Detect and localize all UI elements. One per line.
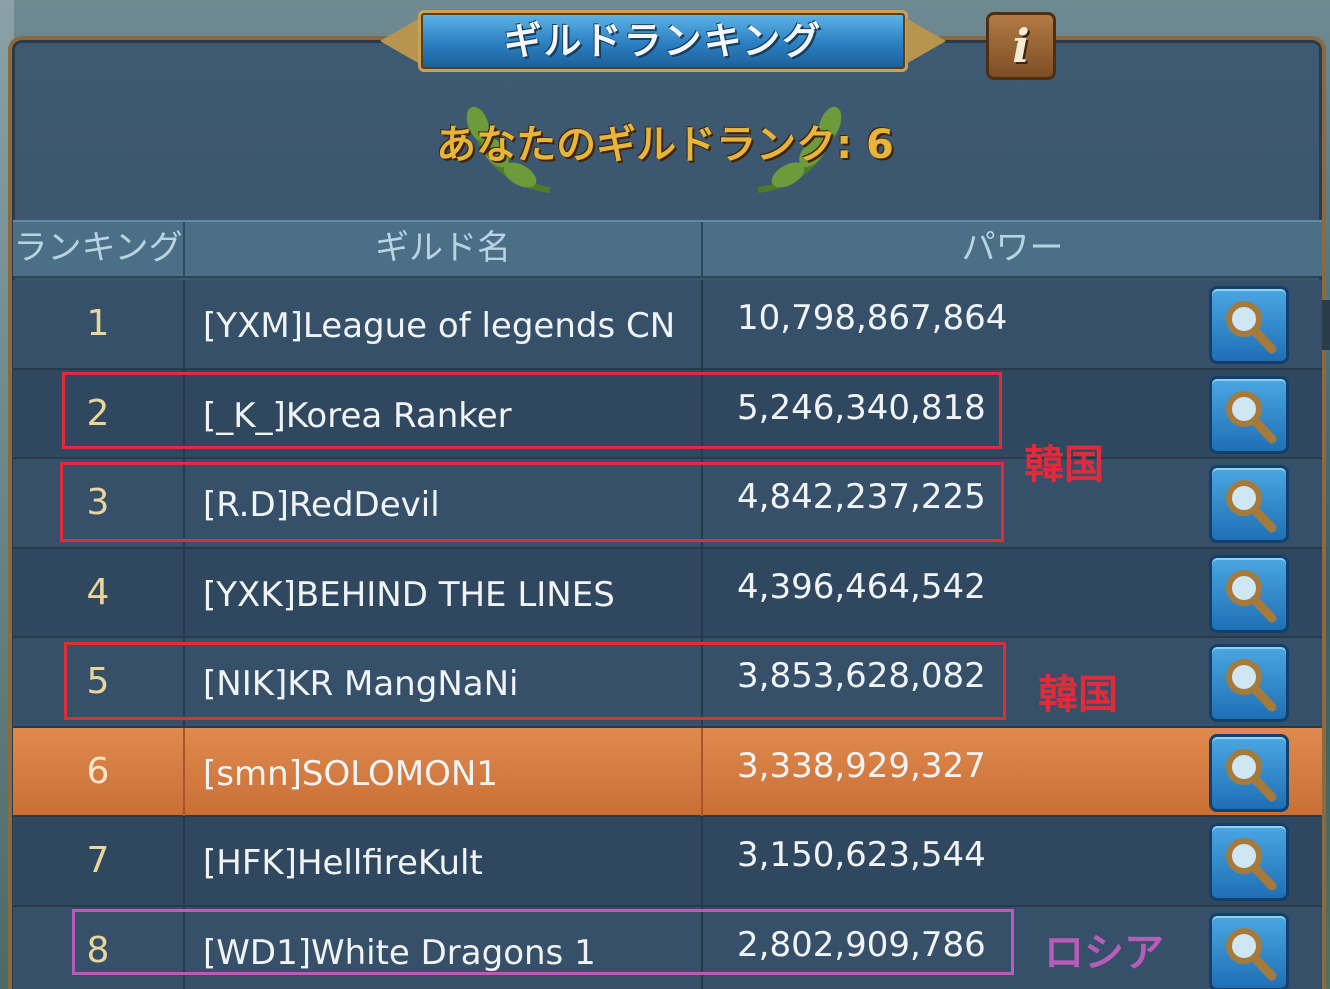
annotation-box-korea [60, 462, 1004, 542]
info-button[interactable]: i [986, 12, 1056, 80]
magnifier-icon [1226, 301, 1277, 354]
annotation-box-korea [62, 372, 1002, 449]
column-header-rank: ランキング [13, 222, 185, 278]
view-guild-button[interactable] [1209, 375, 1289, 454]
magnifier-icon [1226, 480, 1277, 533]
view-guild-button[interactable] [1209, 465, 1289, 543]
table-row[interactable]: 7 [HFK]HellfireKult 3,150,623,544 [13, 817, 1322, 907]
rank-cell: 7 [13, 817, 185, 905]
title-banner: ギルドランキング [380, 10, 946, 72]
annotation-label-korea: 韓国 [1038, 672, 1118, 718]
view-guild-button[interactable] [1209, 554, 1289, 633]
magnifier-icon [1226, 569, 1277, 622]
power-cell: 3,338,929,327 [737, 745, 986, 786]
table-row[interactable]: 1 [YXM]League of legends CN 10,798,867,8… [13, 280, 1322, 370]
power-cell: 10,798,867,864 [737, 298, 1008, 338]
view-guild-button[interactable] [1209, 912, 1289, 989]
magnifier-icon [1226, 748, 1277, 801]
view-guild-button[interactable] [1209, 644, 1289, 722]
banner-right-ornament [906, 18, 946, 64]
column-header-guild-name: ギルド名 [185, 222, 703, 278]
page-title: ギルドランキング [503, 19, 823, 63]
power-cell: 4,396,464,542 [737, 566, 986, 607]
rank-cell: 6 [13, 727, 185, 816]
banner-left-ornament [380, 18, 420, 64]
guild-name-cell: [HFK]HellfireKult [185, 817, 703, 905]
magnifier-icon [1226, 659, 1277, 712]
view-guild-button[interactable] [1209, 733, 1289, 812]
annotation-box-korea [64, 642, 1006, 720]
guild-name-cell: [smn]SOLOMON1 [185, 727, 703, 816]
table-row-own-guild[interactable]: 6 [smn]SOLOMON1 3,338,929,327 [13, 727, 1322, 817]
view-guild-button[interactable] [1209, 286, 1289, 364]
magnifier-icon [1226, 390, 1277, 443]
annotation-label-korea: 韓国 [1024, 442, 1104, 488]
table-header: ランキング ギルド名 パワー [13, 220, 1322, 278]
guild-name-cell: [YXK]BEHIND THE LINES [185, 548, 703, 637]
rank-cell: 1 [13, 280, 185, 368]
power-cell: 3,150,623,544 [737, 835, 986, 875]
guild-name-cell: [YXM]League of legends CN [185, 280, 703, 368]
magnifier-icon [1226, 927, 1277, 980]
annotation-label-russia: ロシア [1044, 930, 1164, 976]
column-header-power: パワー [961, 228, 1064, 268]
your-guild-rank: あなたのギルドランク: 6 [436, 122, 894, 168]
annotation-box-russia [72, 909, 1014, 975]
rank-cell: 4 [13, 548, 185, 637]
table-row[interactable]: 4 [YXK]BEHIND THE LINES 4,396,464,542 [13, 548, 1322, 638]
scroll-edge [1322, 300, 1330, 350]
view-guild-button[interactable] [1209, 823, 1289, 901]
magnifier-icon [1226, 838, 1277, 891]
